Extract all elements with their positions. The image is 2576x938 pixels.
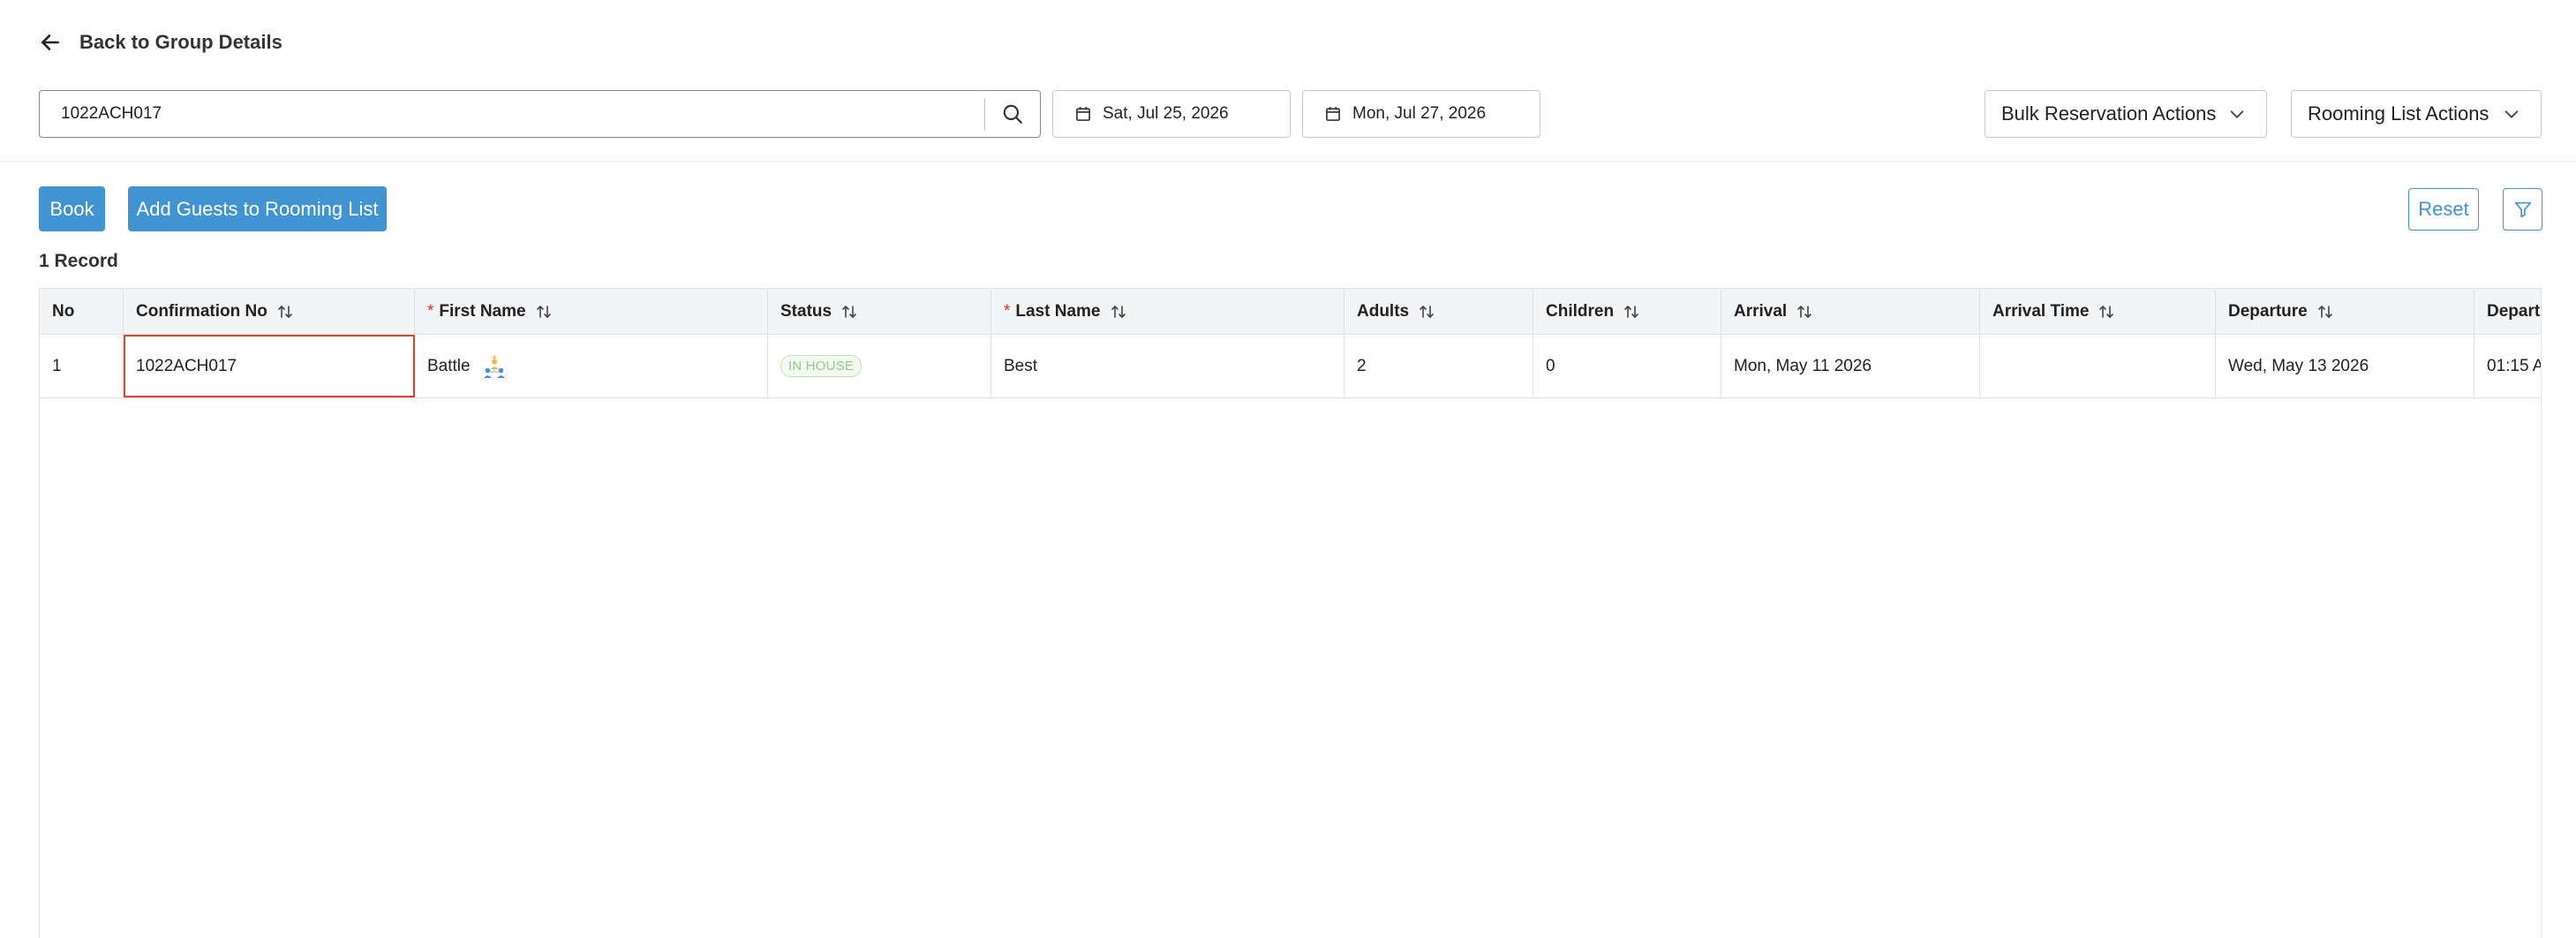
bulk-reservation-actions-label: Bulk Reservation Actions	[2001, 102, 2217, 125]
chevron-down-icon	[2230, 110, 2244, 118]
column-header-confirmation-no[interactable]: Confirmation No	[124, 289, 415, 334]
arrival-date-value: Sat, Jul 25, 2026	[1103, 104, 1229, 123]
column-header-label: Arrival	[1734, 301, 1788, 321]
rooming-list-table: No Confirmation No * First Name Status *…	[39, 288, 2542, 938]
filter-icon	[2514, 201, 2531, 218]
calendar-icon	[1076, 107, 1090, 121]
column-header-label: Departure	[2228, 301, 2308, 321]
column-header-label: First Name	[439, 301, 526, 321]
column-header-label: Children	[1546, 301, 1615, 321]
calendar-icon	[1326, 107, 1340, 121]
back-link-label: Back to Group Details	[79, 31, 282, 53]
column-header-label: No	[52, 301, 75, 321]
cell-departure: Wed, May 13 2026	[2216, 335, 2474, 397]
column-header-label: Last Name	[1015, 301, 1101, 321]
sort-icon[interactable]	[1623, 303, 1640, 321]
cell-arrival-time	[1980, 335, 2216, 397]
sort-icon[interactable]	[1110, 303, 1127, 321]
column-header-label: Confirmation No	[136, 301, 267, 321]
table-header-row: No Confirmation No * First Name Status *…	[40, 289, 2541, 335]
column-header-arrival[interactable]: Arrival	[1721, 289, 1980, 334]
sort-icon[interactable]	[2098, 303, 2115, 321]
cell-adults: 2	[1344, 335, 1533, 397]
column-header-departure-time[interactable]: Departu	[2474, 289, 2541, 334]
column-header-arrival-time[interactable]: Arrival Time	[1980, 289, 2216, 334]
column-header-adults[interactable]: Adults	[1344, 289, 1533, 334]
chevron-down-icon	[2504, 110, 2519, 118]
rooming-list-actions-label: Rooming List Actions	[2308, 102, 2489, 125]
required-marker: *	[1004, 301, 1011, 321]
search-button[interactable]	[985, 91, 1040, 137]
cell-first-name: Battle	[415, 335, 768, 397]
book-button[interactable]: Book	[39, 186, 105, 231]
column-header-label: Adults	[1357, 301, 1410, 321]
rooming-list-actions-dropdown[interactable]: Rooming List Actions	[2291, 90, 2542, 138]
column-header-first-name[interactable]: * First Name	[415, 289, 768, 334]
sort-icon[interactable]	[276, 303, 294, 321]
departure-date-value: Mon, Jul 27, 2026	[1352, 104, 1487, 123]
group-leader-icon	[483, 354, 505, 378]
arrow-left-icon	[41, 34, 59, 50]
record-count: 1 Record	[39, 251, 118, 271]
column-header-last-name[interactable]: * Last Name	[991, 289, 1344, 334]
column-header-label: Status	[780, 301, 832, 321]
cell-confirmation-no[interactable]: 1022ACH017	[124, 335, 415, 397]
required-marker: *	[427, 301, 434, 321]
bulk-reservation-actions-dropdown[interactable]: Bulk Reservation Actions	[1985, 90, 2267, 138]
column-header-status[interactable]: Status	[768, 289, 991, 334]
column-header-departure[interactable]: Departure	[2216, 289, 2474, 334]
cell-status: IN HOUSE	[768, 335, 991, 397]
add-guests-to-rooming-list-button[interactable]: Add Guests to Rooming List	[128, 186, 387, 231]
sort-icon[interactable]	[1796, 303, 1813, 321]
column-header-children[interactable]: Children	[1533, 289, 1721, 334]
cell-children: 0	[1533, 335, 1721, 397]
sort-icon[interactable]	[1418, 303, 1435, 321]
column-header-label: Arrival Time	[1992, 301, 2090, 321]
arrival-date-picker[interactable]: Sat, Jul 25, 2026	[1052, 90, 1291, 138]
search-box	[39, 90, 1041, 138]
sort-icon[interactable]	[535, 303, 553, 321]
column-header-no: No	[40, 289, 124, 334]
cell-departure-time: 01:15 A	[2487, 356, 2542, 375]
cell-no: 1	[40, 335, 124, 397]
search-input[interactable]	[40, 91, 984, 137]
first-name-value: Battle	[427, 356, 471, 375]
back-to-group-details-link[interactable]: Back to Group Details	[39, 26, 282, 58]
cell-arrival: Mon, May 11 2026	[1721, 335, 1980, 397]
cell-last-name: Best	[991, 335, 1344, 397]
departure-date-picker[interactable]: Mon, Jul 27, 2026	[1302, 90, 1540, 138]
header-divider	[0, 161, 2576, 162]
sort-icon[interactable]	[840, 303, 858, 321]
reset-button[interactable]: Reset	[2408, 188, 2479, 231]
filter-button[interactable]	[2503, 188, 2542, 231]
status-badge: IN HOUSE	[780, 355, 862, 377]
sort-icon[interactable]	[2316, 303, 2334, 321]
search-icon	[1003, 104, 1022, 124]
table-row[interactable]: 1 1022ACH017 Battle IN HOUSE Best 2 0 Mo…	[40, 335, 2541, 398]
column-header-label: Departu	[2487, 301, 2541, 321]
